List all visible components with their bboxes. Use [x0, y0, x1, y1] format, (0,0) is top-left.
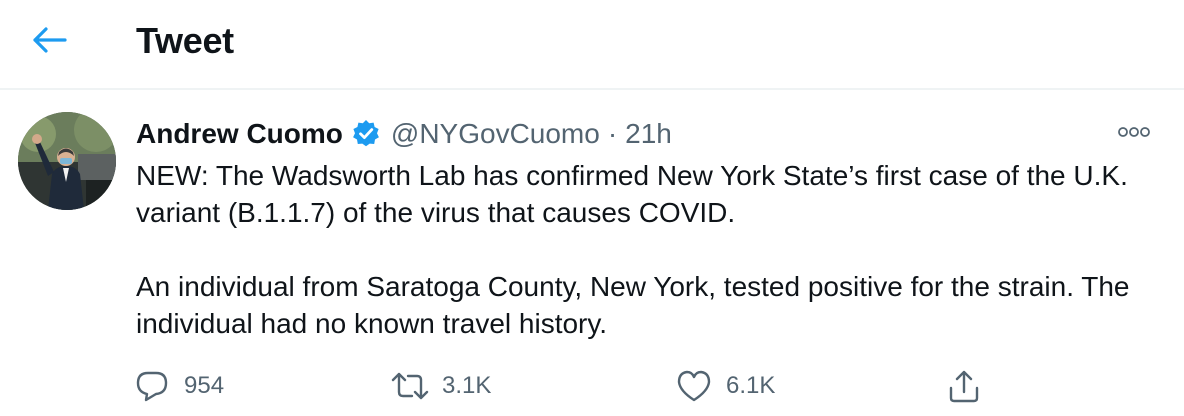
reply-icon [132, 366, 172, 406]
tweet-paragraph: NEW: The Wadsworth Lab has confirmed New… [136, 160, 1128, 228]
page-title: Tweet [136, 20, 234, 61]
verified-badge-icon [351, 119, 381, 149]
tweet-author-row: Andrew Cuomo @NYGovCuomo · 21h [136, 114, 672, 154]
back-button[interactable] [28, 22, 72, 58]
retweet-icon [390, 366, 430, 406]
retweet-count: 3.1K [442, 372, 492, 399]
share-button[interactable] [944, 366, 996, 406]
avatar[interactable] [18, 112, 116, 210]
more-options-button[interactable] [1116, 120, 1152, 144]
like-button[interactable]: 6.1K [674, 366, 775, 406]
retweet-button[interactable]: 3.1K [390, 366, 491, 406]
share-icon [944, 366, 984, 406]
heart-icon [674, 366, 714, 406]
separator-dot: · [607, 118, 618, 149]
reply-count: 954 [184, 372, 225, 399]
author-handle[interactable]: @NYGovCuomo [391, 114, 600, 154]
tweet-text: NEW: The Wadsworth Lab has confirmed New… [136, 157, 1156, 342]
tweet-timestamp[interactable]: 21h [625, 114, 672, 154]
author-display-name[interactable]: Andrew Cuomo [136, 114, 343, 154]
top-bar: Tweet [0, 0, 1184, 90]
arrow-left-icon [33, 27, 67, 53]
reply-button[interactable]: 954 [132, 366, 224, 406]
like-count: 6.1K [726, 372, 776, 399]
more-horizontal-icon [1118, 127, 1150, 137]
tweet-paragraph: An individual from Saratoga County, New … [136, 271, 1130, 339]
